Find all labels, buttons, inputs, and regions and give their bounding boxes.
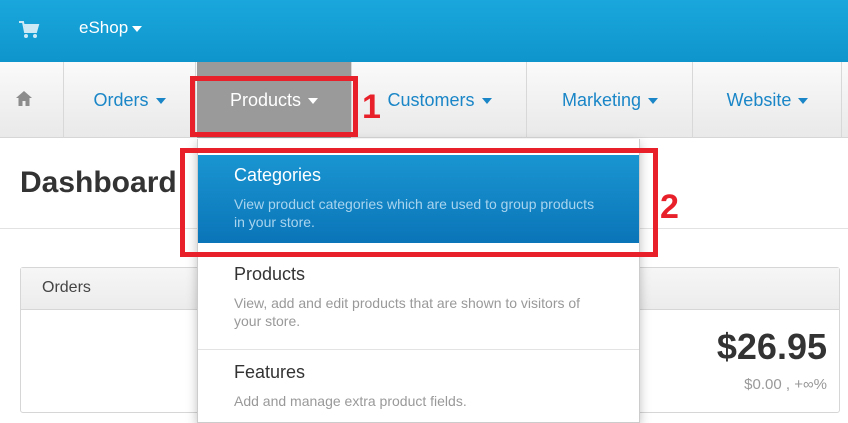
- store-name: eShop: [79, 18, 129, 37]
- chevron-down-icon: [798, 98, 809, 104]
- chevron-down-icon: [648, 98, 659, 104]
- menu-item-products[interactable]: Products View, add and edit products tha…: [198, 253, 639, 349]
- chevron-down-icon: [308, 98, 319, 104]
- orders-change: $0.00 , +∞%: [744, 376, 827, 393]
- menu-item-label: Features: [234, 362, 306, 382]
- nav-marketing-label: Marketing: [561, 89, 642, 110]
- store-switcher[interactable]: eShop: [79, 18, 143, 38]
- chevron-down-icon: [481, 98, 492, 104]
- menu-item-features[interactable]: Features Add and manage extra product fi…: [198, 350, 639, 422]
- top-bar: eShop: [0, 0, 848, 62]
- cart-icon[interactable]: [18, 20, 40, 40]
- nav-website-label: Website: [726, 89, 792, 110]
- nav-products[interactable]: Products: [197, 62, 352, 138]
- step-number-1: 1: [362, 88, 381, 126]
- main-nav: Orders Products Customers Marketing Webs…: [0, 62, 848, 138]
- nav-home[interactable]: [0, 62, 64, 138]
- menu-item-categories[interactable]: Categories View product categories which…: [198, 155, 639, 243]
- orders-panel-title: Orders: [42, 279, 91, 296]
- orders-total-amount: $26.95: [716, 326, 827, 367]
- nav-products-label: Products: [229, 89, 302, 110]
- menu-item-description: View product categories which are used t…: [234, 196, 595, 230]
- menu-item-description: View, add and edit products that are sho…: [234, 295, 581, 329]
- nav-customers-label: Customers: [387, 89, 475, 110]
- nav-orders[interactable]: Orders: [64, 62, 196, 138]
- menu-item-description: Add and manage extra product fields.: [234, 393, 467, 409]
- menu-item-label: Products: [234, 264, 306, 284]
- products-dropdown-menu: Categories View product categories which…: [197, 139, 640, 423]
- chevron-down-icon: [132, 26, 143, 32]
- nav-orders-label: Orders: [93, 89, 149, 110]
- page-title: Dashboard: [20, 166, 177, 199]
- nav-website[interactable]: Website: [694, 62, 842, 138]
- nav-marketing[interactable]: Marketing: [528, 62, 693, 138]
- home-icon: [16, 91, 32, 106]
- chevron-down-icon: [155, 98, 166, 104]
- step-number-2: 2: [660, 188, 679, 226]
- menu-item-label: Categories: [234, 165, 322, 185]
